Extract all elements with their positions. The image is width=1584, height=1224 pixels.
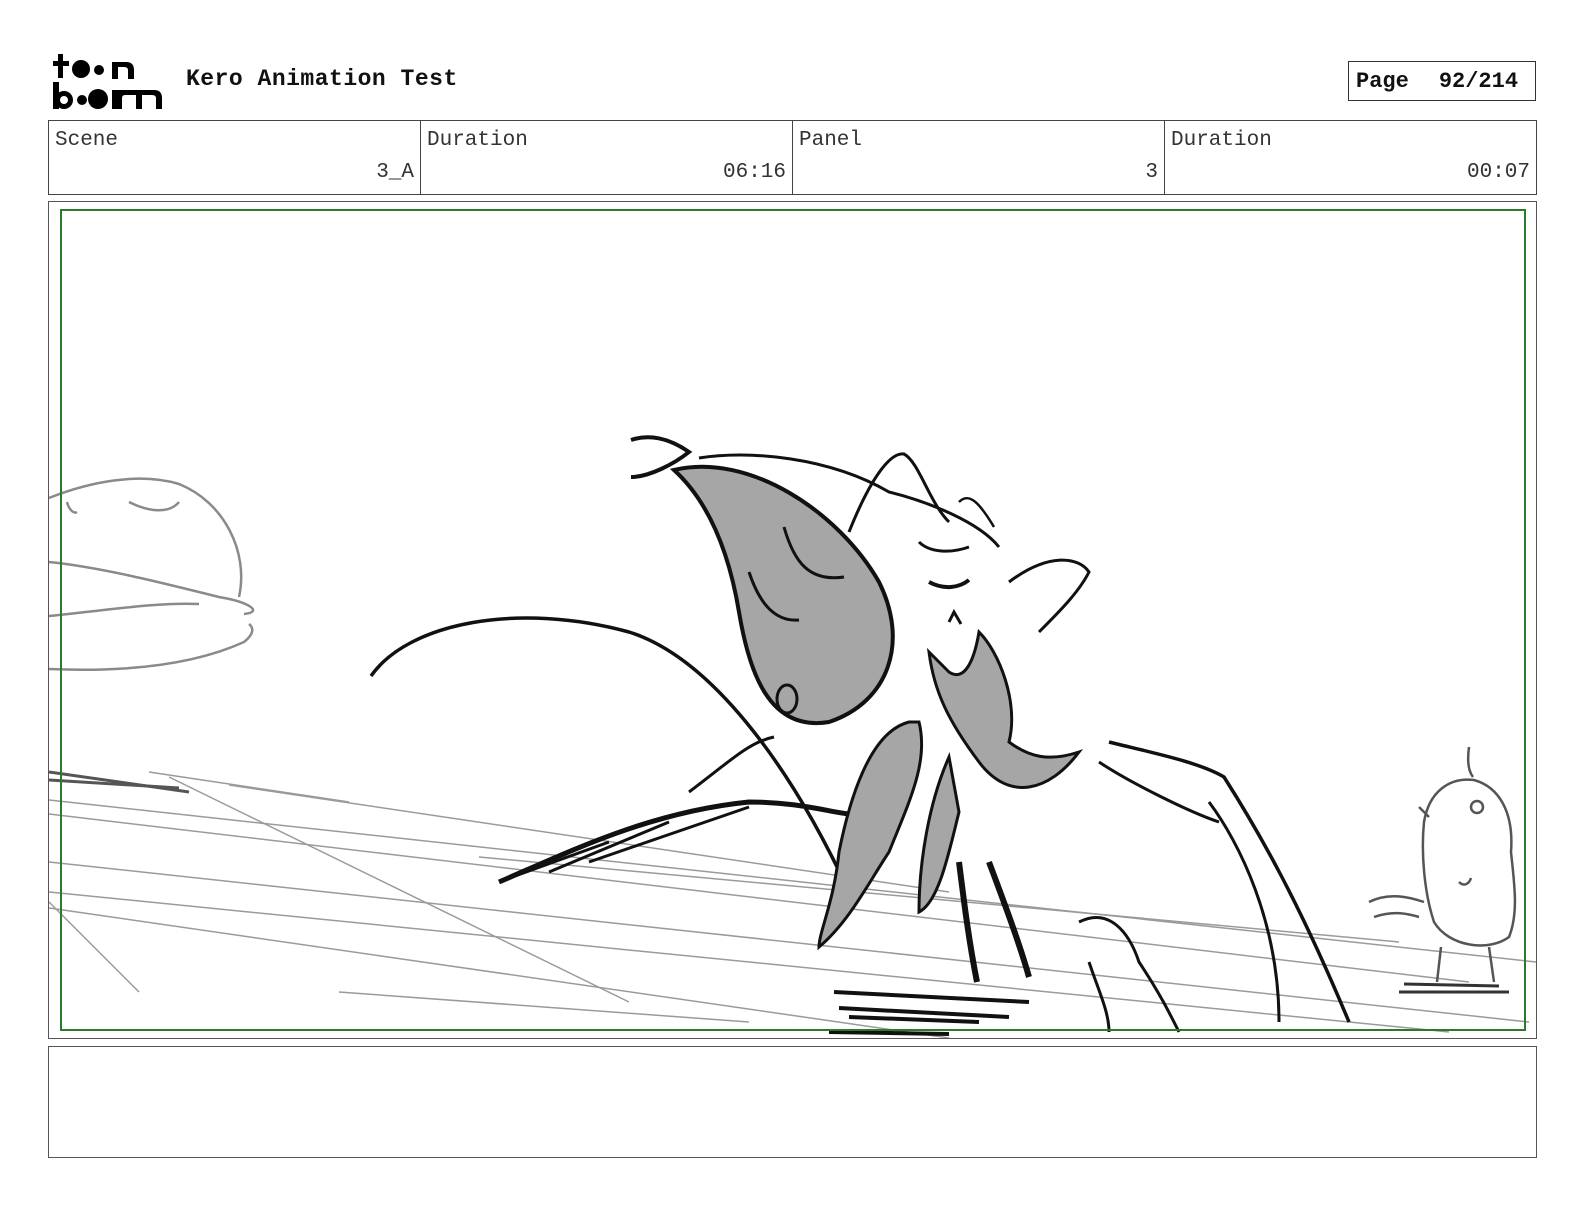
scene-label: Scene <box>55 129 119 152</box>
scene-duration-value: 06:16 <box>722 161 786 184</box>
scene-duration-cell: Duration 06:16 <box>421 121 793 194</box>
scene-duration-label: Duration <box>427 129 528 152</box>
panel-duration-label: Duration <box>1171 129 1272 152</box>
panel-cell: Panel 3 <box>793 121 1165 194</box>
page-indicator: Page 92/214 <box>1348 61 1536 101</box>
background-rock-sketch <box>49 477 255 671</box>
panel-sketch <box>49 435 1536 1038</box>
panel-duration-cell: Duration 00:07 <box>1165 121 1536 194</box>
page-label: Page <box>1356 68 1409 94</box>
chick-sketch <box>1368 746 1517 994</box>
toon-boom-logo <box>53 54 162 109</box>
storyboard-panel <box>48 201 1537 1039</box>
panel-info-table: Scene 3_A Duration 06:16 Panel 3 Duratio… <box>48 120 1537 195</box>
panel-label: Panel <box>799 129 863 152</box>
panel-duration-value: 00:07 <box>1466 161 1530 184</box>
character-sketch <box>369 435 1351 1036</box>
project-title: Kero Animation Test <box>186 66 458 92</box>
panel-value: 3 <box>1145 161 1158 184</box>
scene-cell: Scene 3_A <box>49 121 421 194</box>
page-number: 92/214 <box>1438 68 1519 94</box>
panel-notes-box[interactable] <box>48 1046 1537 1158</box>
scene-value: 3_A <box>376 161 414 184</box>
ground-lines <box>49 770 1536 1038</box>
